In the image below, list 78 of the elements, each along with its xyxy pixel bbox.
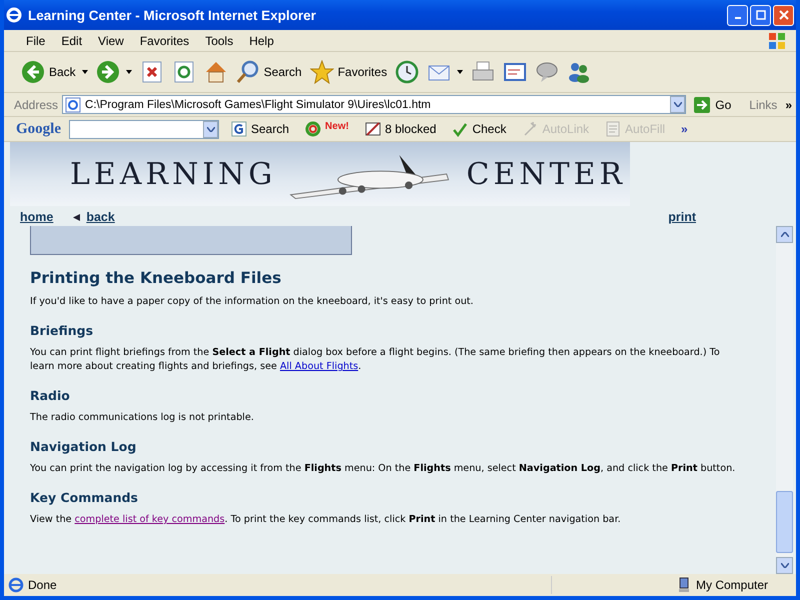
google-toolbar-button[interactable]: Search [227, 121, 294, 137]
google-toolbar-button[interactable]: 8 blocked [360, 121, 440, 137]
section-heading: Key Commands [30, 490, 139, 505]
status-text: Done [28, 578, 58, 592]
google-logo[interactable]: Google [16, 120, 61, 138]
people-icon [567, 60, 592, 84]
page-icon [65, 96, 82, 112]
form-icon [605, 121, 622, 137]
section-heading: Briefings [30, 323, 94, 338]
dropdown-caret-icon [82, 70, 88, 74]
more-buttons-button[interactable]: » [677, 122, 692, 136]
g-icon [231, 121, 247, 137]
vertical-scrollbar[interactable] [776, 226, 793, 574]
toolbar-button[interactable]: Favorites [306, 58, 390, 86]
paragraph: View the complete list of key commands. To print the key commands list, click Print in the Learning Center navigation bar. [30, 513, 622, 527]
menu-item[interactable]: Edit [53, 32, 90, 50]
stop-icon [140, 60, 164, 84]
wand-icon [522, 121, 538, 137]
minimize-button[interactable] [727, 4, 748, 26]
address-label: Address [14, 98, 58, 112]
left-triangle-icon [73, 214, 80, 220]
scroll-up-button[interactable] [776, 226, 793, 243]
close-icon [778, 10, 788, 20]
google-toolbar-button[interactable]: New! [301, 121, 353, 137]
banner-text: LEARNING [70, 156, 276, 192]
computer-icon [676, 577, 692, 593]
document-edit-icon [503, 60, 528, 84]
google-search-field[interactable] [69, 120, 219, 138]
speech-bubble-icon [535, 60, 560, 84]
section-heading: Navigation Log [30, 439, 138, 454]
banner-text: CENTER [466, 156, 626, 192]
search-icon [236, 60, 260, 84]
paragraph: You can print the navigation log by accessing it from the Flights menu: On the Flights menu, select Navigation Log, and click the Print button. [30, 462, 736, 476]
menu-item[interactable]: View [90, 32, 132, 50]
back-link[interactable]: back [86, 210, 115, 224]
minimize-icon [734, 17, 740, 19]
menu-item[interactable]: File [18, 32, 54, 50]
go-button[interactable]: Go [690, 96, 746, 112]
refresh-icon [172, 60, 196, 84]
scroll-down-button[interactable] [776, 557, 793, 574]
down-caret-icon [780, 563, 788, 568]
maximize-icon [756, 10, 766, 20]
text-link[interactable]: complete list of key commands [74, 514, 225, 525]
paragraph: The radio communications log is not printable. [30, 411, 255, 425]
google-toolbar-button[interactable]: Check [448, 121, 510, 137]
more-links-button[interactable]: » [781, 98, 796, 112]
scrollbar-thumb[interactable] [776, 491, 793, 553]
close-button[interactable] [773, 4, 794, 26]
windows-flag-icon [766, 30, 788, 50]
up-caret-icon [780, 232, 788, 237]
paragraph: If you'd like to have a paper copy of the information on the kneeboard, it's easy to print out. [30, 295, 474, 309]
window-title: Learning Center - Microsoft Internet Explorer [28, 8, 318, 22]
home-link[interactable]: home [20, 210, 54, 224]
home-icon [204, 60, 228, 84]
toolbar-button[interactable]: Back [18, 58, 91, 86]
page-icon [8, 577, 24, 593]
text-link[interactable]: All About Flights [280, 361, 358, 372]
print-link[interactable]: print [668, 210, 696, 224]
section-heading: Radio [30, 388, 71, 403]
links-button[interactable]: Links [749, 98, 778, 112]
toolbar-button[interactable]: Search [232, 58, 305, 86]
address-field[interactable]: C:\Program Files\Microsoft Games\Flight Simulator 9\Uires\lc01.htm [62, 95, 686, 114]
menu-item[interactable]: Favorites [132, 32, 198, 50]
page-heading: Printing the Kneeboard Files [30, 269, 282, 287]
blocked-popup-icon [364, 121, 381, 137]
star-icon [310, 60, 334, 84]
spellcheck-icon [452, 121, 468, 137]
spiral-icon [305, 121, 322, 137]
dropdown-caret-icon [126, 70, 132, 74]
menu-item[interactable]: Tools [197, 32, 242, 50]
maximize-button[interactable] [750, 4, 771, 26]
security-zone: My Computer [696, 578, 770, 592]
clock-icon [395, 60, 420, 84]
menu-item[interactable]: Help [241, 32, 282, 50]
go-arrow-icon [694, 96, 710, 112]
dropdown-caret-icon [457, 70, 464, 74]
paragraph: You can print flight briefings from the Select a Flight dialog box before a flight begins. (The same briefing then appears on the kneeboard.) To learn more about creating flights and briefings, see All About Flights. [30, 346, 721, 374]
browser-logo-icon [6, 7, 22, 23]
